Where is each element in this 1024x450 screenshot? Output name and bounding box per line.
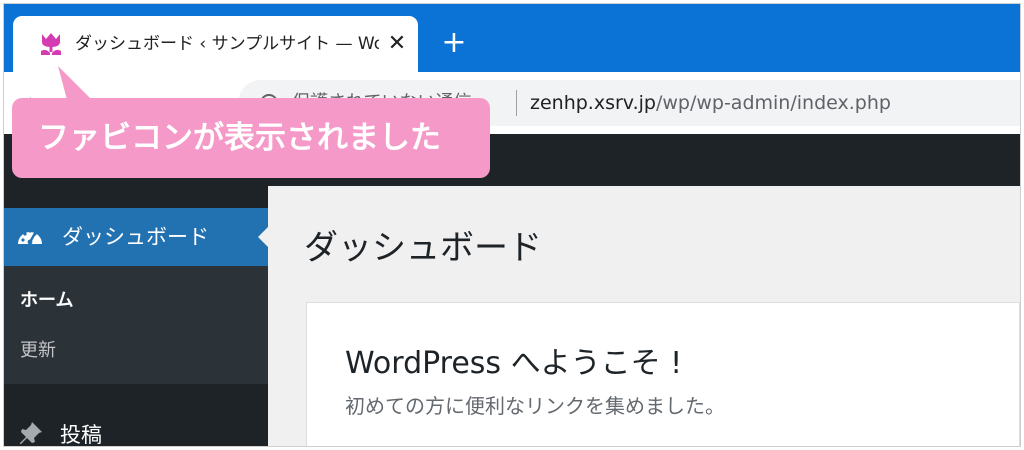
- callout-annotation: ファビコンが表示されました: [12, 98, 490, 178]
- welcome-title: WordPress へようこそ !: [345, 346, 683, 381]
- main-content: ダッシュボード WordPress へようこそ ! 初めての方に便利なリンクを集…: [268, 186, 1020, 446]
- url-separator: [516, 90, 517, 116]
- welcome-panel: WordPress へようこそ ! 初めての方に便利なリンクを集めました。: [306, 302, 1020, 446]
- url-host: zenhp.xsrv.jp: [530, 92, 656, 114]
- screenshot-frame: ダッシュボード ‹ サンプルサイト — WordPress ✕ + ← 保護され…: [3, 3, 1021, 447]
- sidebar-item-posts[interactable]: 投稿: [4, 416, 268, 446]
- tab-title: ダッシュボード ‹ サンプルサイト — WordPress: [75, 34, 379, 54]
- current-menu-pointer: [258, 227, 268, 247]
- pushpin-icon: [20, 422, 42, 444]
- welcome-subtitle: 初めての方に便利なリンクを集めました。: [345, 394, 725, 418]
- sidebar-item-label: ダッシュボード: [62, 225, 209, 249]
- page-title: ダッシュボード: [304, 228, 542, 268]
- dashboard-gauge-icon: [18, 229, 42, 245]
- dashboard-submenu: ホーム 更新: [4, 266, 268, 384]
- admin-sidebar: ダッシュボード ホーム 更新 投稿: [4, 186, 268, 446]
- browser-tab[interactable]: ダッシュボード ‹ サンプルサイト — WordPress ✕: [13, 16, 418, 72]
- tulip-favicon-icon: [41, 33, 61, 55]
- submenu-item-update[interactable]: 更新: [20, 336, 56, 366]
- url-text[interactable]: zenhp.xsrv.jp/wp/wp-admin/index.php: [530, 90, 891, 116]
- close-tab-icon[interactable]: ✕: [383, 30, 411, 58]
- browser-tab-strip: ダッシュボード ‹ サンプルサイト — WordPress ✕ +: [4, 4, 1020, 72]
- submenu-item-home[interactable]: ホーム: [20, 286, 73, 316]
- new-tab-button[interactable]: +: [436, 26, 472, 62]
- url-path: /wp/wp-admin/index.php: [655, 92, 891, 114]
- callout-text: ファビコンが表示されました: [38, 120, 441, 156]
- sidebar-item-dashboard[interactable]: ダッシュボード: [4, 208, 268, 266]
- sidebar-item-label: 投稿: [60, 423, 102, 446]
